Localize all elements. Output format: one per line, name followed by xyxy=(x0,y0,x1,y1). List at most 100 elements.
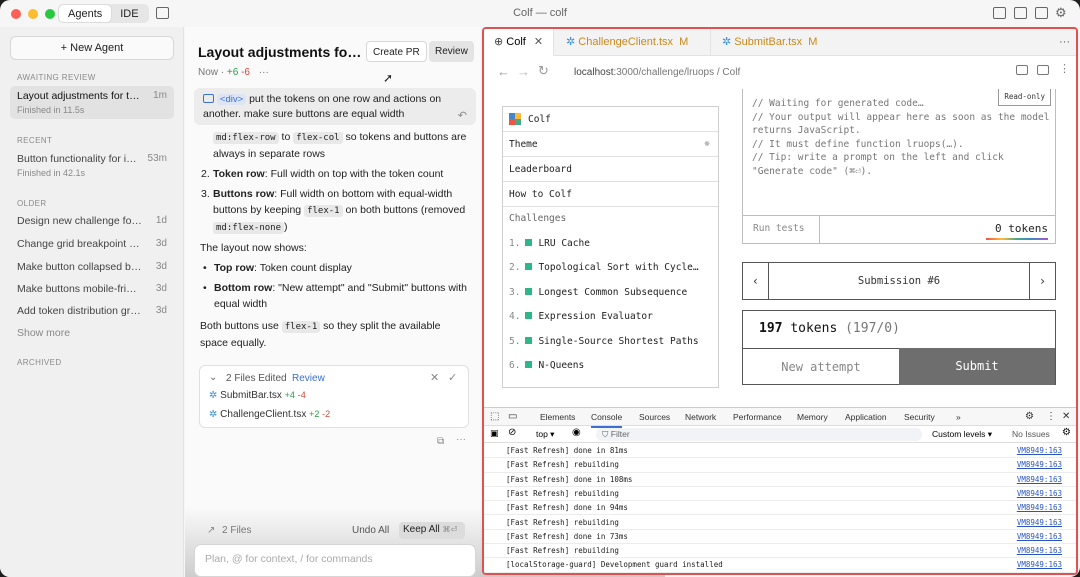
prev-submission-button[interactable]: ‹ xyxy=(743,263,769,299)
more-options-icon[interactable]: ⋮ xyxy=(1046,408,1056,426)
log-source-link[interactable]: VM8949:163 xyxy=(1017,444,1062,458)
changes-bar: ↗ 2 Files Undo All Keep All ⌘⏎ xyxy=(199,521,469,541)
layout-left-icon[interactable] xyxy=(993,7,1006,19)
devtools-tab-memory[interactable]: Memory xyxy=(797,408,828,426)
copy-icon[interactable]: ⧉ xyxy=(437,436,444,447)
response-text: to xyxy=(281,131,291,143)
challenge-item[interactable]: 6. N-Queens xyxy=(503,354,718,379)
agent-item-layout-adjustments[interactable]: Layout adjustments for tok… 1m Finished i… xyxy=(10,86,174,119)
eye-icon[interactable]: ◉ xyxy=(572,427,581,438)
keep-all-shortcut: ⌘⏎ xyxy=(442,525,458,534)
new-attempt-button[interactable]: New attempt xyxy=(743,348,899,385)
devtools-tab-network[interactable]: Network xyxy=(685,408,716,426)
files-review-link[interactable]: Review xyxy=(292,373,325,384)
agent-item-time: 1d xyxy=(155,215,167,226)
brand-row[interactable]: Colf xyxy=(503,107,718,132)
challenge-item[interactable]: 5. Single-Source Shortest Paths xyxy=(503,330,718,355)
agent-item-button-collapsed[interactable]: Make button collapsed by d… 3d xyxy=(10,261,174,273)
more-options-icon[interactable]: ··· xyxy=(259,67,269,78)
menu-leaderboard[interactable]: Leaderboard xyxy=(503,157,718,182)
chat-input[interactable]: Plan, @ for context, / for commands xyxy=(194,544,476,577)
devtools-tab-more[interactable]: » xyxy=(956,408,961,426)
agent-item-design-challenge[interactable]: Design new challenge fo… 1d xyxy=(10,215,174,227)
more-options-icon[interactable]: ··· xyxy=(1049,29,1076,56)
file-row[interactable]: ✲ SubmitBar.tsx +4 -4 xyxy=(209,390,306,401)
terminal-icon[interactable] xyxy=(1037,65,1049,75)
device-toggle-icon[interactable]: ▭ xyxy=(508,408,517,426)
expand-arrow-icon[interactable]: ↗ xyxy=(207,525,215,536)
token-word: tokens xyxy=(790,321,838,336)
log-source-link[interactable]: VM8949:163 xyxy=(1017,473,1062,487)
close-devtools-icon[interactable]: ✕ xyxy=(1062,408,1070,426)
meta-time: Now xyxy=(198,67,219,78)
more-options-icon[interactable]: ⋮ xyxy=(1059,62,1070,75)
devtools-tab-console[interactable]: Console xyxy=(591,408,623,428)
url-text[interactable]: localhost:3000/challenge/lruops / Colf xyxy=(574,67,740,78)
accept-all-icon[interactable]: ✓ xyxy=(448,371,457,384)
console-filter-input[interactable]: ⛉ Filter xyxy=(596,428,922,441)
settings-gear-icon[interactable]: ⚙ xyxy=(1055,5,1067,21)
tab-submit-bar[interactable]: ✲ SubmitBar.tsx M xyxy=(712,29,827,56)
log-source-link[interactable]: VM8949:163 xyxy=(1017,544,1062,558)
next-submission-button[interactable]: › xyxy=(1029,263,1055,299)
agent-item-button-functionality[interactable]: Button functionality for in… 53m Finished… xyxy=(10,153,174,178)
chevron-down-icon[interactable]: ⌄ xyxy=(209,372,217,383)
log-source-link[interactable]: VM8949:163 xyxy=(1017,558,1062,572)
forward-arrow-icon[interactable]: → xyxy=(517,64,530,79)
challenge-item[interactable]: 4. Expression Evaluator xyxy=(503,305,718,330)
review-button[interactable]: Review xyxy=(429,41,474,62)
challenge-item[interactable]: 3. Longest Common Subsequence xyxy=(503,281,718,306)
devtools-tab-sources[interactable]: Sources xyxy=(639,408,670,426)
console-settings-icon[interactable]: ⚙ xyxy=(1062,427,1071,438)
tab-challenge-client[interactable]: ✲ ChallengeClient.tsx M xyxy=(556,29,711,56)
reload-icon[interactable]: ↻ xyxy=(538,63,549,79)
react-icon: ✲ xyxy=(209,409,218,420)
log-source-link[interactable]: VM8949:163 xyxy=(1017,573,1062,574)
run-tests-button[interactable]: Run tests xyxy=(743,216,820,243)
settings-gear-icon[interactable]: ⚙ xyxy=(1025,408,1034,426)
element-picker-icon[interactable] xyxy=(1016,65,1028,75)
challenge-item[interactable]: 2. Topological Sort with Cycle… xyxy=(503,256,718,281)
devtools-tab-elements[interactable]: Elements xyxy=(540,408,575,426)
clear-console-icon[interactable]: ⊘ xyxy=(508,427,516,438)
close-tab-icon[interactable]: ✕ xyxy=(534,36,543,48)
challenge-item[interactable]: 1. LRU Cache xyxy=(503,232,718,257)
log-source-link[interactable]: VM8949:163 xyxy=(1017,501,1062,515)
devtools-tab-performance[interactable]: Performance xyxy=(733,408,782,426)
back-arrow-icon[interactable]: ← xyxy=(497,64,510,79)
tab-colf[interactable]: ⊕ Colf ✕ xyxy=(484,29,554,56)
new-agent-button[interactable]: + New Agent xyxy=(10,36,174,60)
inspect-element-icon[interactable]: ⬚ xyxy=(490,408,499,426)
log-source-link[interactable]: VM8949:163 xyxy=(1017,516,1062,530)
layout-right-icon[interactable] xyxy=(1035,7,1048,19)
user-prompt[interactable]: <div> put the tokens on one row and acti… xyxy=(194,88,476,125)
undo-all-button[interactable]: Undo All xyxy=(352,525,389,536)
chat-meta: Now · +6 -6 ··· xyxy=(198,67,269,78)
submit-button[interactable]: Submit xyxy=(899,348,1055,385)
log-levels-selector[interactable]: Custom levels ▾ xyxy=(932,429,992,440)
show-more-link[interactable]: Show more xyxy=(10,327,174,339)
agent-item-time: 53m xyxy=(147,153,167,164)
agent-item-grid-breakpoint[interactable]: Change grid breakpoint to l… 3d xyxy=(10,238,174,250)
keep-all-button[interactable]: Keep All ⌘⏎ xyxy=(399,522,465,539)
reject-all-icon[interactable]: ✕ xyxy=(430,371,439,384)
context-selector[interactable]: top ▾ xyxy=(536,429,554,440)
log-source-link[interactable]: VM8949:163 xyxy=(1017,530,1062,544)
issues-count[interactable]: No Issues xyxy=(1012,429,1050,439)
agent-item-mobile-friendly[interactable]: Make buttons mobile-friend… 3d xyxy=(10,283,174,295)
menu-theme[interactable]: Theme ☼ xyxy=(503,132,718,157)
devtools-tab-security[interactable]: Security xyxy=(904,408,935,426)
agent-item-token-distribution[interactable]: Add token distribution grap… 3d xyxy=(10,305,174,317)
agent-item-title: Button functionality for in… xyxy=(17,153,142,165)
log-source-link[interactable]: VM8949:163 xyxy=(1017,487,1062,501)
sidebar-toggle-icon[interactable]: ▣ xyxy=(490,428,499,439)
log-source-link[interactable]: VM8949:163 xyxy=(1017,458,1062,472)
more-options-icon[interactable]: ··· xyxy=(456,434,466,445)
file-row[interactable]: ✲ ChallengeClient.tsx +2 -2 xyxy=(209,409,330,420)
devtools-tab-application[interactable]: Application xyxy=(845,408,887,426)
create-pr-button[interactable]: Create PR xyxy=(366,41,427,62)
layout-bottom-icon[interactable] xyxy=(1014,7,1027,19)
undo-icon[interactable]: ↶ xyxy=(458,109,467,124)
react-icon: ✲ xyxy=(722,36,732,48)
menu-how-to-colf[interactable]: How to Colf xyxy=(503,182,718,207)
